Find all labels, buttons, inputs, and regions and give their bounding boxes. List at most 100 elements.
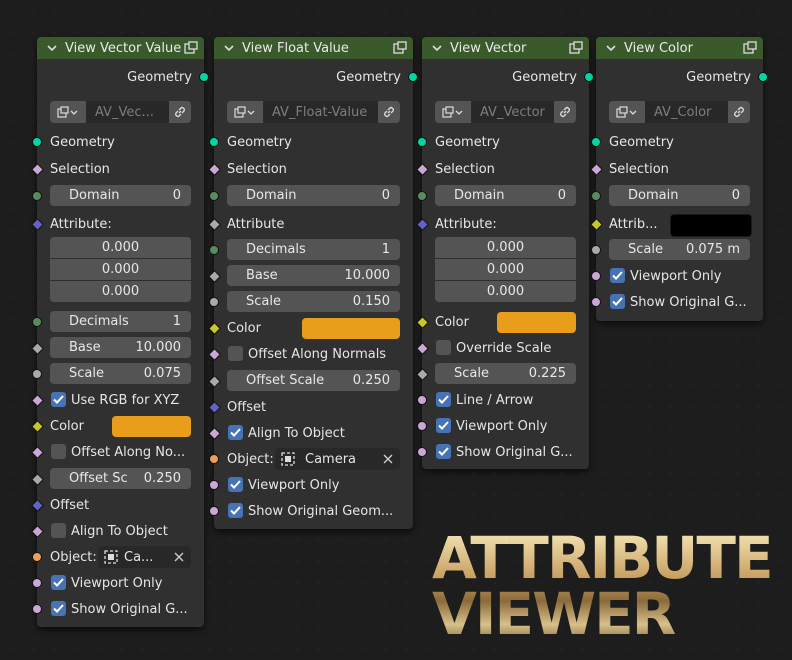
show-original-label: Show Original G...	[630, 294, 747, 310]
object-name: Ca...	[124, 549, 154, 565]
node-group-icon[interactable]	[609, 101, 646, 123]
base-field[interactable]: Base 10.000	[227, 265, 400, 286]
domain-socket[interactable]	[417, 191, 427, 201]
node-header[interactable]: View Vector	[422, 37, 589, 59]
chevron-down-icon[interactable]	[47, 44, 59, 52]
decimals-socket[interactable]	[209, 245, 219, 255]
domain-field[interactable]: Domain 0	[435, 185, 576, 206]
color-swatch[interactable]	[497, 312, 576, 333]
geometry-output-socket[interactable]	[199, 72, 209, 82]
color-swatch[interactable]	[112, 416, 191, 437]
data-block-selector[interactable]: AV_Float-Value	[227, 101, 400, 123]
offset-scale-socket[interactable]	[208, 375, 221, 388]
geometry-output-socket[interactable]	[584, 72, 594, 82]
data-block-name[interactable]: AV_Float-Value	[264, 101, 378, 123]
viewport-only-socket[interactable]	[417, 421, 427, 431]
offset-scale-socket[interactable]	[31, 473, 44, 486]
chevron-down-icon[interactable]	[432, 44, 444, 52]
geometry-output-socket[interactable]	[758, 72, 768, 82]
show-original-socket[interactable]	[417, 447, 427, 457]
scale-socket[interactable]	[32, 369, 42, 379]
node-group-icon[interactable]	[184, 41, 198, 54]
geometry-input-socket[interactable]	[209, 137, 219, 147]
geometry-input-socket[interactable]	[32, 137, 42, 147]
chevron-down-icon[interactable]	[606, 44, 618, 52]
decimals-field[interactable]: Decimals 1	[50, 311, 191, 332]
object-field[interactable]: Ca...	[98, 546, 191, 568]
geometry-output-socket[interactable]	[408, 72, 418, 82]
show-original-socket[interactable]	[591, 297, 601, 307]
node-group-icon[interactable]	[435, 101, 472, 123]
base-socket[interactable]	[208, 270, 221, 283]
link-icon[interactable]	[169, 101, 191, 123]
object-socket[interactable]	[32, 552, 42, 562]
domain-field[interactable]: Domain 0	[609, 185, 750, 206]
node-group-icon[interactable]	[393, 41, 407, 54]
data-block-selector[interactable]: AV_Color	[609, 101, 750, 123]
scale-field[interactable]: Scale 0.150	[227, 291, 400, 312]
link-icon[interactable]	[728, 101, 750, 123]
node-view-float-value[interactable]: View Float Value Geometry AV_Float-Value…	[208, 37, 418, 529]
domain-socket[interactable]	[32, 191, 42, 201]
attribute-vector-fields[interactable]: 0.000 0.000 0.000	[50, 237, 191, 302]
offset-normals-label: Offset Along No...	[71, 444, 186, 460]
scale-field[interactable]: Scale 0.075 m	[609, 239, 750, 260]
scale-field[interactable]: Scale 0.075	[50, 363, 191, 384]
line-arrow-socket[interactable]	[417, 395, 427, 405]
domain-socket[interactable]	[209, 191, 219, 201]
decimals-field[interactable]: Decimals 1	[227, 239, 400, 260]
color-swatch[interactable]	[302, 318, 400, 339]
object-socket[interactable]	[209, 454, 219, 464]
decimals-socket[interactable]	[32, 317, 42, 327]
viewport-only-socket[interactable]	[32, 578, 42, 588]
node-group-icon[interactable]	[227, 101, 264, 123]
geometry-input-socket[interactable]	[417, 137, 427, 147]
attribute-y-field[interactable]: 0.000	[50, 259, 191, 281]
show-original-socket[interactable]	[32, 604, 42, 614]
close-icon[interactable]	[174, 552, 184, 562]
data-block-name[interactable]: AV_Vec...	[87, 101, 169, 123]
viewport-only-socket[interactable]	[591, 271, 601, 281]
node-view-vector-value[interactable]: View Vector Value Geometry AV_Vec... Geo…	[31, 37, 209, 627]
geometry-input-socket[interactable]	[591, 137, 601, 147]
show-original-socket[interactable]	[209, 506, 219, 516]
viewport-only-label: Viewport Only	[71, 575, 163, 591]
node-view-color[interactable]: View Color Geometry AV_Color Geometry Se…	[590, 37, 768, 321]
node-header[interactable]: View Float Value	[214, 37, 413, 59]
attribute-vector-fields[interactable]: 0.000 0.000 0.000	[435, 237, 576, 302]
data-block-selector[interactable]: AV_Vector	[435, 101, 576, 123]
attribute-z-field[interactable]: 0.000	[50, 281, 191, 302]
node-view-vector[interactable]: View Vector Geometry AV_Vector Geometry …	[416, 37, 594, 469]
attribute-y-field[interactable]: 0.000	[435, 259, 576, 281]
node-group-icon[interactable]	[50, 101, 87, 123]
attribute-x-field[interactable]: 0.000	[435, 237, 576, 259]
offset-scale-field[interactable]: Offset Sc 0.250	[50, 468, 191, 489]
link-icon[interactable]	[378, 101, 400, 123]
domain-socket[interactable]	[591, 191, 601, 201]
attribute-z-field[interactable]: 0.000	[435, 281, 576, 302]
scale-socket[interactable]	[416, 368, 429, 381]
domain-field[interactable]: Domain 0	[227, 185, 400, 206]
attribute-color-swatch[interactable]	[670, 214, 752, 237]
data-block-name[interactable]: AV_Vector	[472, 101, 554, 123]
object-field[interactable]: Camera	[275, 448, 400, 470]
data-block-selector[interactable]: AV_Vec...	[50, 101, 191, 123]
domain-field[interactable]: Domain 0	[50, 185, 191, 206]
attribute-x-field[interactable]: 0.000	[50, 237, 191, 259]
scale-socket[interactable]	[209, 297, 219, 307]
scale-field[interactable]: Scale 0.225	[435, 363, 576, 384]
node-header[interactable]: View Vector Value	[37, 37, 204, 59]
data-block-name[interactable]: AV_Color	[646, 101, 728, 123]
link-icon[interactable]	[554, 101, 576, 123]
scale-socket[interactable]	[591, 245, 601, 255]
base-field[interactable]: Base 10.000	[50, 337, 191, 358]
close-icon[interactable]	[383, 454, 393, 464]
geometry-input-label: Geometry	[435, 134, 500, 150]
base-socket[interactable]	[31, 342, 44, 355]
chevron-down-icon[interactable]	[224, 44, 236, 52]
node-header[interactable]: View Color	[596, 37, 763, 59]
offset-scale-field[interactable]: Offset Scale 0.250	[227, 370, 400, 391]
node-group-icon[interactable]	[569, 41, 583, 54]
node-group-icon[interactable]	[743, 41, 757, 54]
viewport-only-socket[interactable]	[209, 480, 219, 490]
